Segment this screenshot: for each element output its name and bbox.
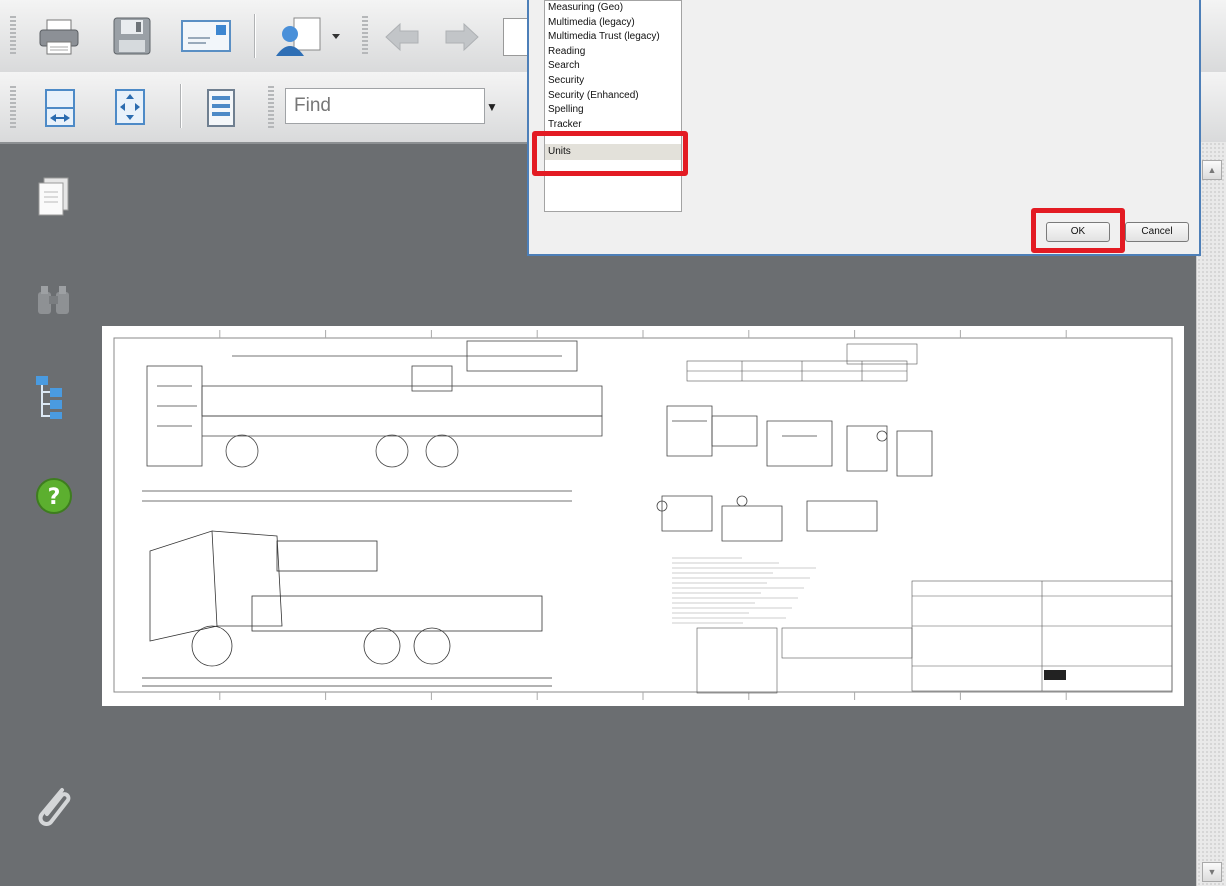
- ok-highlight-box: [1031, 208, 1125, 253]
- units-highlight-box: [532, 131, 688, 176]
- bookmarks-panel-button[interactable]: [34, 374, 74, 425]
- technical-drawing: [113, 330, 1173, 700]
- fit-width-icon: [45, 89, 75, 127]
- collaborate-icon: [276, 17, 340, 56]
- bookmarks-tree-icon: [36, 376, 62, 419]
- next-page-button[interactable]: [444, 22, 480, 52]
- scroll-down-button[interactable]: ▼: [1202, 862, 1222, 882]
- single-page-icon: [207, 89, 235, 127]
- toolbar-grip[interactable]: [10, 86, 16, 128]
- category-item[interactable]: Reading: [545, 45, 681, 60]
- cancel-button[interactable]: Cancel: [1125, 222, 1189, 242]
- document-page: [102, 326, 1184, 706]
- svg-text:?: ?: [48, 485, 61, 510]
- print-button[interactable]: [38, 18, 80, 56]
- category-item[interactable]: Multimedia (legacy): [545, 16, 681, 31]
- categories-list[interactable]: Measuring (Geo) Multimedia (legacy) Mult…: [544, 0, 682, 212]
- save-icon: [113, 17, 151, 55]
- category-item[interactable]: Multimedia Trust (legacy): [545, 30, 681, 45]
- toolbar-separator: [254, 14, 256, 58]
- find-input[interactable]: Find: [285, 88, 485, 124]
- binoculars-icon: [38, 286, 69, 314]
- attachments-panel-button[interactable]: [30, 782, 76, 837]
- find-dropdown-arrow[interactable]: ▼: [486, 100, 498, 114]
- fit-page-icon: [115, 89, 145, 125]
- category-item[interactable]: Search: [545, 59, 681, 74]
- daf-logo: [1044, 670, 1066, 680]
- pages-icon: [38, 177, 69, 216]
- fit-page-button[interactable]: [114, 88, 146, 126]
- attachment-icon: [38, 788, 71, 826]
- toolbar-separator: [180, 84, 182, 128]
- category-item[interactable]: Security (Enhanced): [545, 89, 681, 104]
- help-button[interactable]: ?: [34, 476, 74, 521]
- toolbar-grip[interactable]: [10, 16, 16, 56]
- toolbar-grip[interactable]: [362, 16, 368, 56]
- previous-page-button[interactable]: [384, 22, 420, 52]
- category-item[interactable]: Security: [545, 74, 681, 89]
- email-icon: [181, 20, 231, 52]
- single-page-button[interactable]: [206, 88, 236, 128]
- drawing-notes: [672, 557, 816, 624]
- save-button[interactable]: [112, 16, 152, 56]
- category-item[interactable]: Spelling: [545, 103, 681, 118]
- back-arrow-icon: [385, 22, 419, 52]
- fit-width-button[interactable]: [44, 88, 76, 128]
- printer-icon: [39, 19, 79, 55]
- detail-views: [656, 405, 933, 542]
- scroll-up-button[interactable]: ▲: [1202, 160, 1222, 180]
- pages-panel-button[interactable]: [36, 176, 72, 223]
- category-item[interactable]: Measuring (Geo): [545, 1, 681, 16]
- search-panel-button[interactable]: [34, 284, 74, 323]
- page-number-input[interactable]: [503, 18, 529, 56]
- collaborate-button[interactable]: [272, 14, 344, 58]
- toolbar-grip[interactable]: [268, 86, 274, 128]
- forward-arrow-icon: [445, 22, 479, 52]
- email-button[interactable]: [180, 18, 232, 54]
- dimension-tables: [686, 343, 1173, 694]
- truck-side-view-top: [142, 340, 603, 502]
- help-icon: ?: [36, 478, 72, 514]
- truck-perspective-view: [142, 530, 552, 687]
